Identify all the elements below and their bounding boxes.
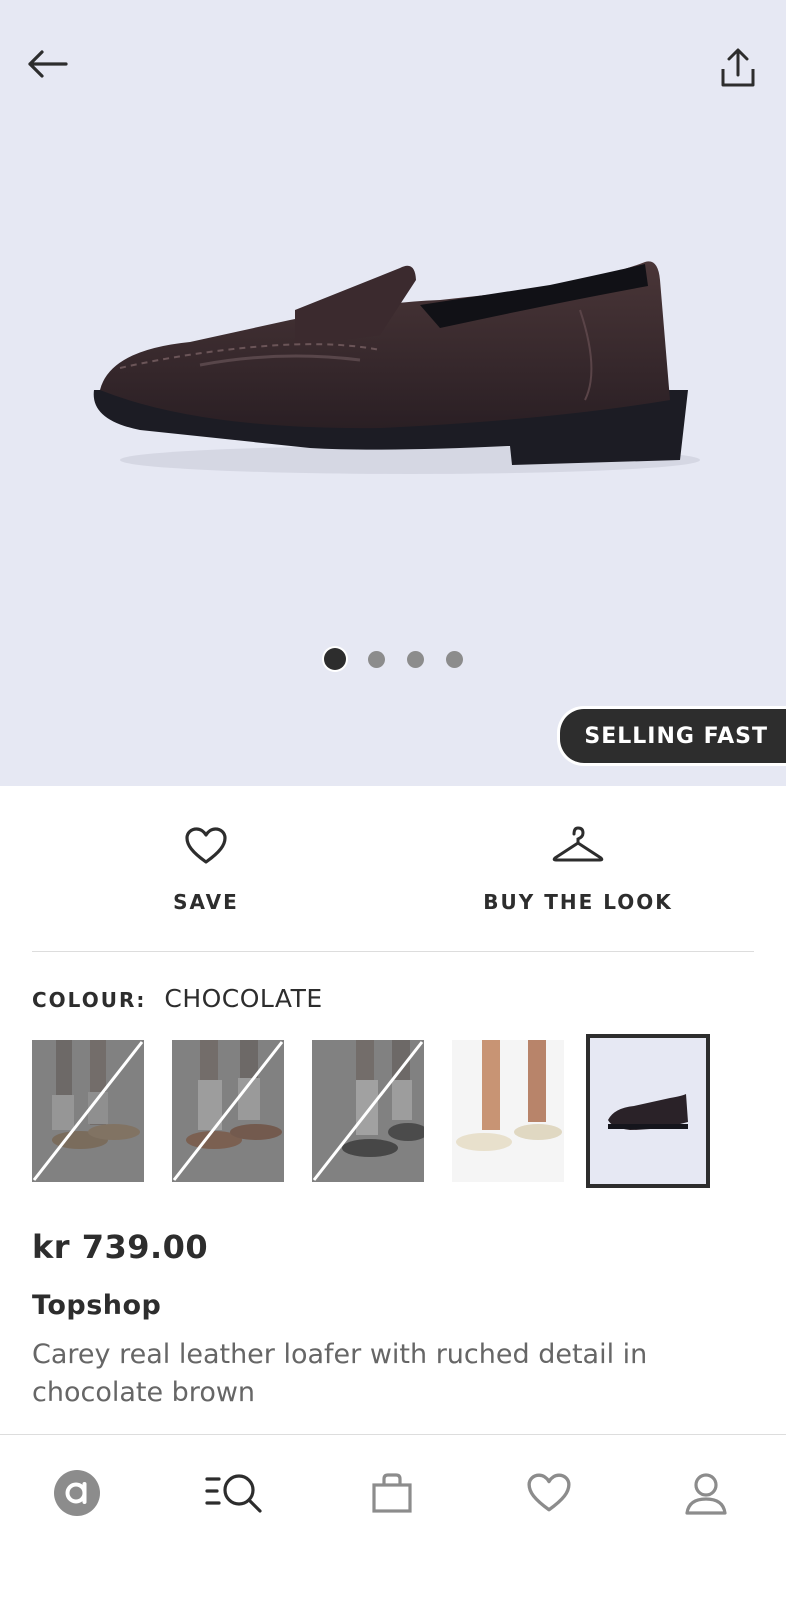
colour-swatch-black[interactable]: [312, 1040, 424, 1182]
gallery-dot[interactable]: [323, 648, 346, 670]
selling-fast-badge: SELLING FAST: [557, 706, 786, 766]
colour-swatch-cream[interactable]: [452, 1040, 564, 1182]
buy-the-look-label: BUY THE LOOK: [483, 890, 673, 914]
product-image: [80, 250, 700, 494]
product-price: kr 739.00: [32, 1228, 209, 1266]
saved-heart-icon: [527, 1473, 571, 1512]
bag-icon: [372, 1473, 412, 1513]
gallery-pagination[interactable]: [0, 648, 786, 670]
nav-account[interactable]: [676, 1463, 736, 1523]
save-label: SAVE: [173, 890, 239, 914]
colour-swatch-leopard[interactable]: [32, 1040, 144, 1182]
search-icon: [205, 1474, 262, 1513]
share-icon: [721, 48, 755, 87]
colour-swatch-chocolate[interactable]: [586, 1034, 710, 1188]
colour-swatches: [0, 1034, 786, 1188]
arrow-left-icon: [28, 50, 68, 78]
colour-label: COLOUR:: [32, 988, 147, 1012]
product-brand: Topshop: [32, 1290, 162, 1321]
gallery-dot[interactable]: [406, 650, 424, 668]
buy-the-look-button[interactable]: BUY THE LOOK: [428, 786, 728, 951]
gallery-dot[interactable]: [367, 650, 385, 668]
nav-bag[interactable]: [362, 1463, 422, 1523]
colour-value: CHOCOLATE: [164, 984, 323, 1013]
account-icon: [685, 1473, 727, 1515]
heart-icon: [185, 827, 227, 864]
bottom-navigation: [0, 1434, 786, 1601]
colour-selector-header: COLOUR: CHOCOLATE: [32, 984, 323, 1013]
product-image-gallery[interactable]: SELLING FAST: [0, 0, 786, 786]
divider: [32, 951, 754, 952]
colour-swatch-tan[interactable]: [172, 1040, 284, 1182]
hanger-icon: [552, 826, 604, 862]
nav-search[interactable]: [204, 1463, 264, 1523]
product-description: Carey real leather loafer with ruched de…: [32, 1339, 648, 1408]
home-logo-icon: [54, 1470, 100, 1516]
share-button[interactable]: [706, 36, 770, 100]
save-button[interactable]: SAVE: [56, 786, 356, 951]
product-actions: SAVE BUY THE LOOK: [0, 786, 786, 951]
back-button[interactable]: [16, 32, 80, 96]
nav-home[interactable]: [47, 1463, 107, 1523]
gallery-dot[interactable]: [445, 650, 463, 668]
nav-saved[interactable]: [519, 1463, 579, 1523]
